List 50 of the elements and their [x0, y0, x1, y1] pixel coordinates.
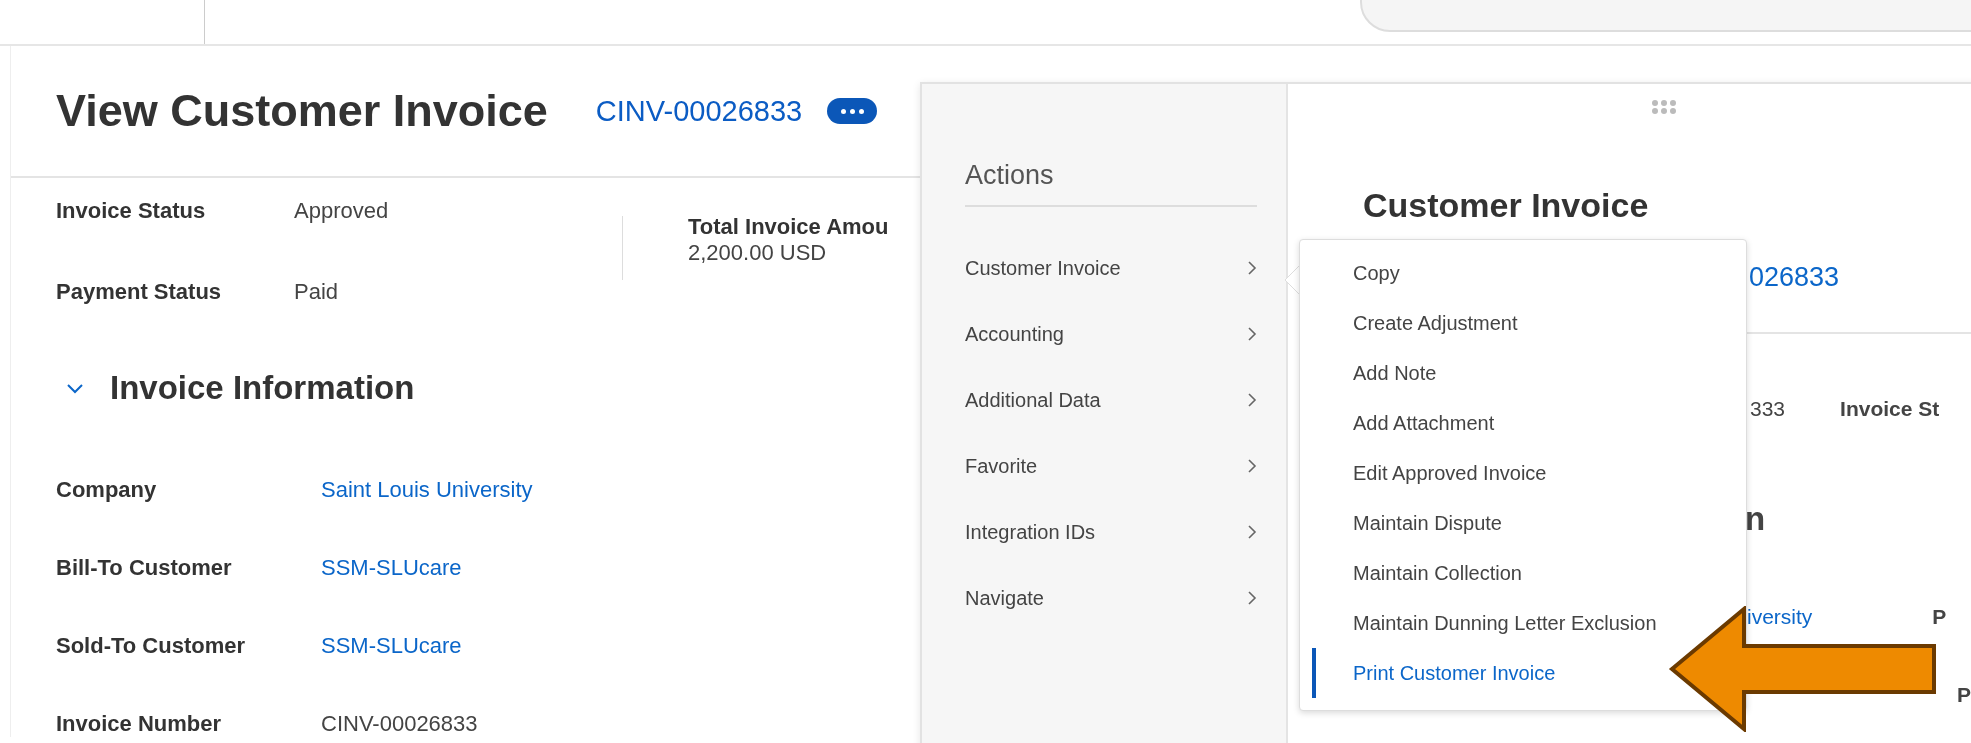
field-label: Company	[56, 477, 158, 503]
field-label: Sold-To Customer	[56, 633, 247, 659]
field-value: 2,200.00 USD	[688, 240, 828, 266]
submenu-item[interactable]: Maintain Collection	[1312, 548, 1528, 598]
submenu-item[interactable]: Copy	[1312, 248, 1406, 298]
field-label: Invoice St	[1840, 397, 1940, 421]
field-label: P	[1957, 683, 1971, 707]
submenu-item[interactable]: Maintain Dispute	[1312, 498, 1508, 548]
panel-title: Customer Invoice	[1363, 186, 1650, 225]
drag-handle-icon[interactable]	[1650, 100, 1677, 114]
menu-item[interactable]: Accounting	[965, 301, 1257, 367]
field-link[interactable]: SSM-SLUcare	[321, 633, 462, 659]
field-label: Invoice Status	[56, 198, 207, 224]
section-heading: n	[1745, 500, 1766, 538]
more-actions-button[interactable]	[827, 98, 878, 124]
menu-item[interactable]: Favorite	[965, 433, 1257, 499]
section-heading: Invoice Information	[110, 369, 415, 407]
field-label: P	[1932, 605, 1947, 629]
field-value: Approved	[294, 198, 389, 224]
menu-item[interactable]: Additional Data	[965, 367, 1257, 433]
menu-title: Actions	[965, 160, 1257, 207]
chevron-down-icon[interactable]	[66, 382, 84, 394]
submenu-item[interactable]: Add Note	[1312, 348, 1443, 398]
submenu-item[interactable]: Maintain Dunning Letter Exclusion	[1312, 598, 1663, 648]
field-link[interactable]: Saint Louis University	[321, 477, 533, 503]
invoice-id-link[interactable]: CINV-00026833	[595, 94, 803, 128]
field-value: Paid	[294, 279, 339, 305]
chevron-right-icon	[1247, 458, 1257, 474]
field-label: Invoice Number	[56, 711, 223, 737]
chevron-right-icon	[1247, 524, 1257, 540]
field-label: Total Invoice Amou	[688, 214, 889, 240]
panel-id-link[interactable]: 026833	[1749, 262, 1840, 293]
chevron-right-icon	[1247, 326, 1257, 342]
menu-item[interactable]: Customer Invoice	[965, 235, 1257, 301]
chevron-right-icon	[1247, 260, 1257, 276]
chevron-right-icon	[1247, 392, 1257, 408]
menu-item[interactable]: Navigate	[965, 565, 1257, 631]
field-label: Bill-To Customer	[56, 555, 233, 581]
field-link[interactable]: iversity	[1747, 605, 1813, 629]
menu-item[interactable]: Integration IDs	[965, 499, 1257, 565]
submenu-item[interactable]: Create Adjustment	[1312, 298, 1524, 348]
submenu-item[interactable]: Print Customer Invoice	[1312, 648, 1562, 698]
field-value: CINV-00026833	[321, 711, 478, 737]
field-link[interactable]: SSM-SLUcare	[321, 555, 462, 581]
submenu-item[interactable]: Edit Approved Invoice	[1312, 448, 1553, 498]
submenu-item[interactable]: Add Attachment	[1312, 398, 1501, 448]
chevron-right-icon	[1247, 590, 1257, 606]
field-value: 333	[1750, 397, 1786, 421]
field-label: Payment Status	[56, 279, 223, 305]
page-title: View Customer Invoice	[56, 85, 548, 137]
